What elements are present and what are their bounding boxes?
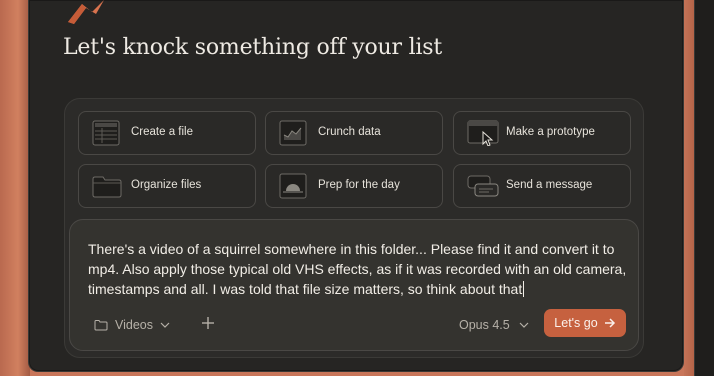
folder-label: Videos	[115, 318, 153, 332]
submit-label: Let's go	[554, 316, 598, 330]
suggestion-label: Send a message	[506, 179, 593, 191]
prompt-text: There's a video of a squirrel somewhere …	[88, 241, 627, 297]
model-label: Opus 4.5	[459, 318, 510, 332]
suggestion-organize-files[interactable]: Organize files	[78, 164, 256, 208]
suggestion-make-prototype[interactable]: Make a prototype	[453, 111, 631, 155]
suggestion-label: Create a file	[131, 126, 194, 138]
add-attachment-button[interactable]	[198, 313, 218, 333]
folder-icon	[94, 320, 108, 331]
suggestion-prep-day[interactable]: Prep for the day	[265, 164, 443, 208]
suggestion-crunch-data[interactable]: Crunch data	[265, 111, 443, 155]
folder-icon	[92, 176, 122, 198]
arrow-right-icon	[604, 318, 615, 328]
text-caret	[523, 281, 525, 297]
spreadsheet-icon	[92, 120, 120, 146]
background-edge-left	[0, 0, 30, 376]
window-cursor-icon	[467, 120, 499, 146]
suggestion-label: Crunch data	[318, 126, 381, 138]
suggestion-create-file[interactable]: Create a file	[78, 111, 256, 155]
suggestion-send-message[interactable]: Send a message	[453, 164, 631, 208]
brand-logo-icon	[68, 0, 104, 24]
page-title: Let's knock something off your list	[63, 35, 442, 60]
prompt-input[interactable]: There's a video of a squirrel somewhere …	[88, 239, 628, 299]
adjacent-window-edge	[694, 0, 714, 376]
chart-icon	[279, 120, 307, 146]
background-edge-right	[684, 0, 694, 376]
sunrise-icon	[279, 173, 307, 199]
chat-bubbles-icon	[467, 175, 499, 197]
suggestion-label: Organize files	[131, 179, 202, 191]
suggestion-label: Make a prototype	[506, 126, 595, 138]
folder-selector[interactable]: Videos	[94, 315, 170, 335]
chevron-down-icon	[519, 322, 529, 328]
submit-button[interactable]: Let's go	[544, 309, 626, 337]
chevron-down-icon	[160, 322, 170, 328]
model-selector[interactable]: Opus 4.5	[459, 316, 529, 334]
suggestion-label: Prep for the day	[318, 179, 400, 191]
prompt-composer[interactable]: There's a video of a squirrel somewhere …	[69, 219, 639, 351]
